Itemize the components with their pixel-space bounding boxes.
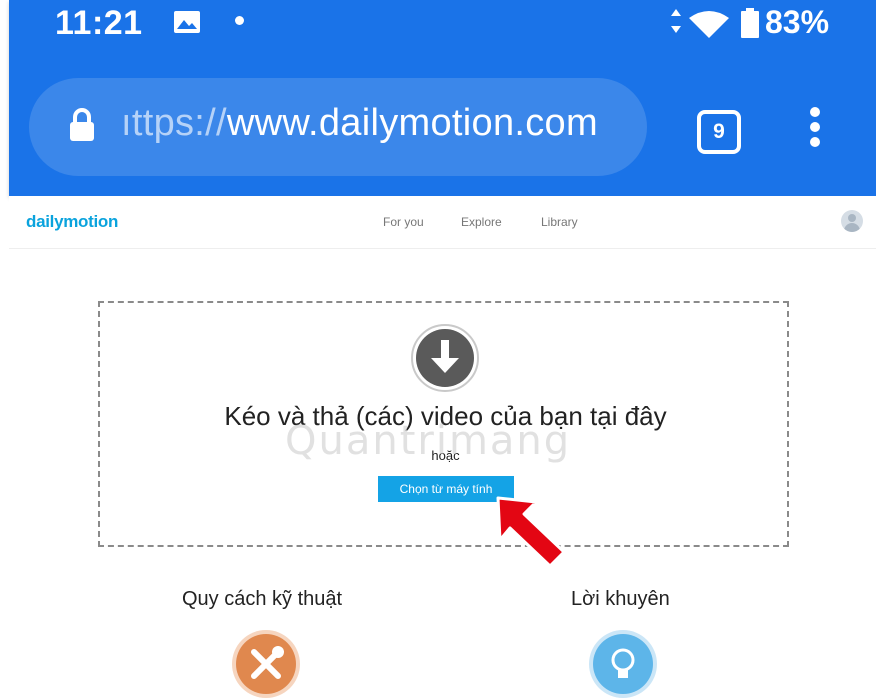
nav-explore[interactable]: Explore (461, 215, 502, 229)
browser-chrome: 11:21 83% ıttps://www.dailymotion.com 9 (9, 0, 876, 196)
address-bar[interactable]: ıttps://www.dailymotion.com (29, 78, 647, 176)
tabs-icon[interactable]: 9 (697, 110, 741, 154)
nav-for-you[interactable]: For you (383, 215, 424, 229)
specs-heading: Quy cách kỹ thuật (182, 588, 343, 610)
wifi-icon (689, 10, 729, 43)
dailymotion-logo[interactable]: dailymotion (26, 212, 118, 232)
tips-heading: Lời khuyên (571, 588, 670, 610)
red-arrow-icon (490, 490, 570, 577)
tools-icon (236, 634, 296, 694)
left-margin (0, 0, 9, 687)
lock-icon[interactable] (67, 108, 97, 147)
overflow-menu-icon[interactable] (805, 104, 825, 152)
site-header: dailymotion For you Explore Library (9, 196, 876, 249)
nav-library[interactable]: Library (541, 215, 578, 229)
battery-icon (741, 8, 759, 43)
status-bar: 11:21 83% (9, 0, 876, 52)
avatar[interactable] (841, 210, 863, 232)
battery-level: 83% (765, 4, 830, 40)
url-host: www.dailymotion.com (226, 102, 598, 144)
image-icon (173, 10, 201, 39)
notification-dot (235, 16, 244, 25)
status-time: 11:21 (55, 4, 143, 42)
download-icon (410, 323, 480, 398)
url-scheme: ıttps:// (121, 102, 227, 144)
url-text[interactable]: ıttps://www.dailymotion.com (121, 102, 598, 145)
data-arrows-icon (669, 8, 683, 39)
watermark: Quantrimang (285, 418, 572, 464)
lightbulb-icon (593, 634, 653, 694)
